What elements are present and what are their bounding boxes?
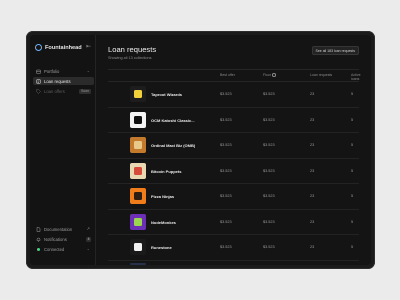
loan-requests-cell: 23: [310, 194, 315, 198]
page-title: Loan requests: [108, 45, 157, 54]
loan-requests-icon: [36, 78, 41, 84]
column-floor[interactable]: Floor: [263, 73, 276, 77]
collection-thumbnail: [130, 162, 146, 179]
best-offer-cell: $3.523: [220, 245, 232, 249]
active-loans-cell: 5: [351, 168, 354, 173]
column-active-loans[interactable]: Active loans: [351, 73, 361, 81]
active-loans-cell: 5: [351, 245, 354, 249]
connected-status-icon: [36, 247, 41, 252]
sidebar-item-portfolio[interactable]: Portfolio ⌄: [33, 67, 94, 75]
sidebar-item-connected[interactable]: Connected ⌄: [33, 245, 94, 253]
best-offer-cell: $3.523: [220, 194, 232, 198]
active-loans-cell: 5: [351, 92, 354, 96]
partial-row-thumbnail: [130, 263, 146, 265]
best-offer-cell: $3.523: [220, 219, 232, 224]
soon-badge: Soon: [79, 88, 91, 94]
collection-thumbnail: [130, 239, 146, 255]
sidebar-item-documentation[interactable]: Documentation ↗: [33, 225, 94, 233]
best-offer-cell: $3.523: [220, 92, 232, 96]
sidebar-item-label: Documentation: [44, 226, 73, 232]
table-header: Best offer Floor Loan requests Active lo…: [108, 69, 361, 82]
chevron-down-icon: ⌄: [86, 68, 90, 73]
sidebar: Fountainhead ⇤ Portfolio ⌄ Loan requests…: [30, 35, 96, 265]
active-loans-cell: 5: [351, 194, 354, 198]
column-loan-requests[interactable]: Loan requests: [310, 73, 332, 77]
sidebar-item-label: Portfolio: [44, 68, 60, 74]
tag-icon: [36, 88, 41, 94]
collection-thumbnail: [130, 188, 146, 204]
brand[interactable]: Fountainhead: [35, 44, 82, 51]
floor-cell: $3.523: [263, 219, 275, 224]
table-row[interactable]: Bitcoin Puppets $3.523 $3.523 23 5: [108, 159, 359, 184]
document-icon: [36, 226, 41, 232]
floor-cell: $3.523: [263, 168, 275, 173]
notification-count-badge: 4: [86, 236, 91, 242]
active-loans-cell: 5: [351, 143, 354, 147]
brand-logo-icon: [35, 44, 42, 51]
floor-cell: $3.523: [263, 143, 275, 147]
main-content: Loan requests Showing all 13 collections…: [96, 35, 371, 265]
table-row[interactable]: OCM Katoshi Classic... $3.523 $3.523 23 5: [108, 108, 359, 133]
bell-icon: [36, 237, 41, 242]
see-all-loan-requests-button[interactable]: See all 183 loan requests: [311, 46, 359, 55]
loan-requests-cell: 23: [310, 92, 315, 96]
app-window: Fountainhead ⇤ Portfolio ⌄ Loan requests…: [30, 35, 371, 265]
table-row[interactable]: Pizza Ninjas $3.523 $3.523 23 5: [108, 184, 359, 210]
table-row[interactable]: NodeMonkes $3.523 $3.523 23 5: [108, 210, 359, 235]
collection-name: NodeMonkes: [151, 219, 176, 225]
collection-thumbnail: [130, 86, 146, 102]
page-subtitle: Showing all 13 collections: [108, 56, 152, 60]
loan-requests-cell: 23: [310, 168, 315, 173]
column-best-offer[interactable]: Best offer: [220, 73, 235, 77]
sidebar-item-label: Loan requests: [44, 78, 71, 84]
collection-name: OCM Katoshi Classic...: [151, 117, 195, 123]
collapse-sidebar-icon[interactable]: ⇤: [86, 44, 92, 50]
active-loans-cell: 5: [351, 117, 354, 122]
best-offer-cell: $3.523: [220, 168, 232, 173]
sidebar-item-label: Loan offers: [44, 88, 65, 94]
sidebar-item-loan-requests[interactable]: Loan requests: [33, 77, 94, 85]
table-body: Taproot Wizards $3.523 $3.523 23 5 OCM Katosh…: [108, 82, 359, 261]
floor-cell: $3.523: [263, 117, 275, 122]
table-row[interactable]: Runestone $3.523 $3.523 23 5: [108, 235, 359, 261]
collection-thumbnail: [130, 213, 146, 230]
collection-name: Pizza Ninjas: [151, 194, 175, 199]
loan-requests-cell: 23: [310, 143, 315, 147]
portfolio-icon: [36, 69, 41, 74]
collection-thumbnail: [130, 137, 146, 153]
best-offer-cell: $3.523: [220, 143, 232, 147]
external-link-icon: ↗: [86, 226, 90, 231]
sidebar-item-loan-offers[interactable]: Loan offers Soon: [33, 87, 94, 95]
collection-name: Runestone: [151, 245, 172, 250]
collection-thumbnail: [130, 111, 146, 128]
active-loans-cell: 5: [351, 219, 354, 224]
floor-cell: $3.523: [263, 245, 275, 249]
brand-name: Fountainhead: [45, 44, 82, 51]
info-icon: [272, 73, 276, 77]
collection-name: Taproot Wizards: [151, 92, 183, 97]
best-offer-cell: $3.523: [220, 117, 232, 122]
table-row[interactable]: Taproot Wizards $3.523 $3.523 23 5: [108, 82, 359, 108]
floor-cell: $3.523: [263, 194, 275, 198]
chevron-down-icon: ⌄: [86, 246, 90, 251]
loan-requests-cell: 23: [310, 245, 315, 249]
table-row[interactable]: Ordinal Maxi Biz (OMB) $3.523 $3.523 23 5: [108, 133, 359, 159]
floor-cell: $3.523: [263, 92, 275, 96]
sidebar-item-label: Connected: [44, 246, 65, 252]
sidebar-item-notifications[interactable]: Notifications 4: [33, 235, 94, 243]
loan-requests-cell: 23: [310, 219, 315, 224]
sidebar-item-label: Notifications: [44, 236, 67, 242]
collections-table: Best offer Floor Loan requests Active lo…: [108, 69, 361, 261]
collection-name: Ordinal Maxi Biz (OMB): [151, 143, 196, 148]
loan-requests-cell: 23: [310, 117, 315, 122]
collection-name: Bitcoin Puppets: [151, 168, 182, 174]
